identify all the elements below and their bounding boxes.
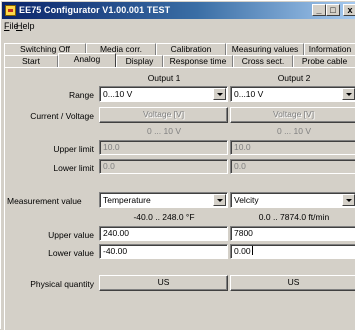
output2-header: Output 2 — [277, 73, 311, 83]
chevron-down-icon[interactable] — [213, 194, 226, 206]
lower-value-label: Lower value — [48, 248, 94, 258]
output1-physical-quantity-button[interactable]: US — [99, 275, 228, 291]
output1-upper-value: 240.00 — [103, 228, 129, 238]
minimize-button[interactable]: _ — [312, 4, 326, 16]
output1-measurement-combo[interactable]: Temperature — [99, 192, 228, 208]
output1-lower-limit-value: 0.0 — [103, 161, 115, 171]
tab-response-time[interactable]: Response time — [163, 55, 233, 67]
upper-value-label: Upper value — [48, 230, 94, 240]
output1-range-value: 0...10 V — [103, 89, 133, 99]
tab-analog[interactable]: Analog — [58, 53, 116, 67]
output1-upper-limit-field[interactable]: 10.0 — [99, 140, 228, 155]
tab-start[interactable]: Start — [4, 55, 58, 67]
menu-help-rest: elp — [22, 21, 35, 31]
output2-measurement-combo[interactable]: Velcity — [230, 192, 355, 208]
range-label: Range — [68, 90, 94, 100]
output2-lower-value-input[interactable]: 0.00 — [230, 244, 355, 259]
tab-information[interactable]: Information — [304, 43, 355, 55]
output2-upper-limit-value: 10.0 — [234, 142, 251, 152]
maximize-button[interactable]: □ — [326, 4, 340, 16]
measurement-value-label: Measurement value — [7, 196, 82, 206]
output1-header: Output 1 — [147, 73, 181, 83]
chevron-down-icon[interactable] — [342, 88, 355, 100]
output1-lower-limit-field[interactable]: 0.0 — [99, 159, 228, 174]
title-bar[interactable]: EE75 Configurator V1.00.001 TEST _ □ x — [2, 2, 355, 19]
output1-voltage-button[interactable]: Voltage [V] — [99, 107, 228, 123]
close-button[interactable]: x — [343, 4, 355, 16]
output2-lower-value: 0.00 — [234, 246, 251, 256]
output2-lower-limit-field[interactable]: 0.0 — [230, 159, 355, 174]
output1-voltage-range: 0 ... 10 V — [146, 126, 182, 136]
output1-lower-value-input[interactable]: -40.00 — [99, 244, 228, 259]
output2-lower-limit-value: 0.0 — [234, 161, 246, 171]
menu-bar: File Help — [2, 19, 355, 33]
output1-measurement-value: Temperature — [103, 195, 151, 205]
window-title: EE75 Configurator V1.00.001 TEST — [19, 5, 171, 15]
upper-limit-label: Upper limit — [53, 144, 94, 154]
current-voltage-label: Current / Voltage — [30, 111, 94, 121]
app-window: EE75 Configurator V1.00.001 TEST _ □ x F… — [0, 0, 355, 330]
output2-range-combo[interactable]: 0...10 V — [230, 86, 355, 102]
chevron-down-icon[interactable] — [213, 88, 226, 100]
tab-probe-cable[interactable]: Probe cable — [293, 55, 355, 67]
analog-panel: Output 1 Output 2 Range 0...10 V 0...10 … — [4, 67, 355, 330]
text-caret — [251, 246, 253, 255]
physical-quantity-label: Physical quantity — [30, 279, 94, 289]
output1-lower-value: -40.00 — [103, 246, 128, 256]
chevron-down-icon[interactable] — [342, 194, 355, 206]
tab-cross-sect[interactable]: Cross sect. — [233, 55, 293, 67]
tab-display[interactable]: Display — [116, 55, 163, 67]
output2-voltage-range: 0 ... 10 V — [276, 126, 312, 136]
output2-range-value: 0...10 V — [234, 89, 264, 99]
output1-upper-value-input[interactable]: 240.00 — [99, 226, 228, 241]
output2-physical-quantity-button[interactable]: US — [230, 275, 355, 291]
output2-upper-limit-field[interactable]: 10.0 — [230, 140, 355, 155]
menu-help[interactable]: Help — [16, 20, 35, 32]
output2-voltage-button[interactable]: Voltage [V] — [230, 107, 355, 123]
tab-calibration[interactable]: Calibration — [156, 43, 226, 55]
output1-upper-limit-value: 10.0 — [103, 142, 120, 152]
app-icon — [5, 5, 16, 16]
output2-measurement-range: 0.0 .. 7874.0 ft/min — [258, 212, 330, 222]
output2-upper-value-input[interactable]: 7800 — [230, 226, 355, 241]
output1-range-combo[interactable]: 0...10 V — [99, 86, 228, 102]
output2-measurement-value: Velcity — [234, 195, 259, 205]
lower-limit-label: Lower limit — [53, 163, 94, 173]
output2-upper-value: 7800 — [234, 228, 253, 238]
output1-measurement-range: -40.0 .. 248.0 °F — [133, 212, 195, 222]
tab-measuring-values[interactable]: Measuring values — [226, 43, 304, 55]
